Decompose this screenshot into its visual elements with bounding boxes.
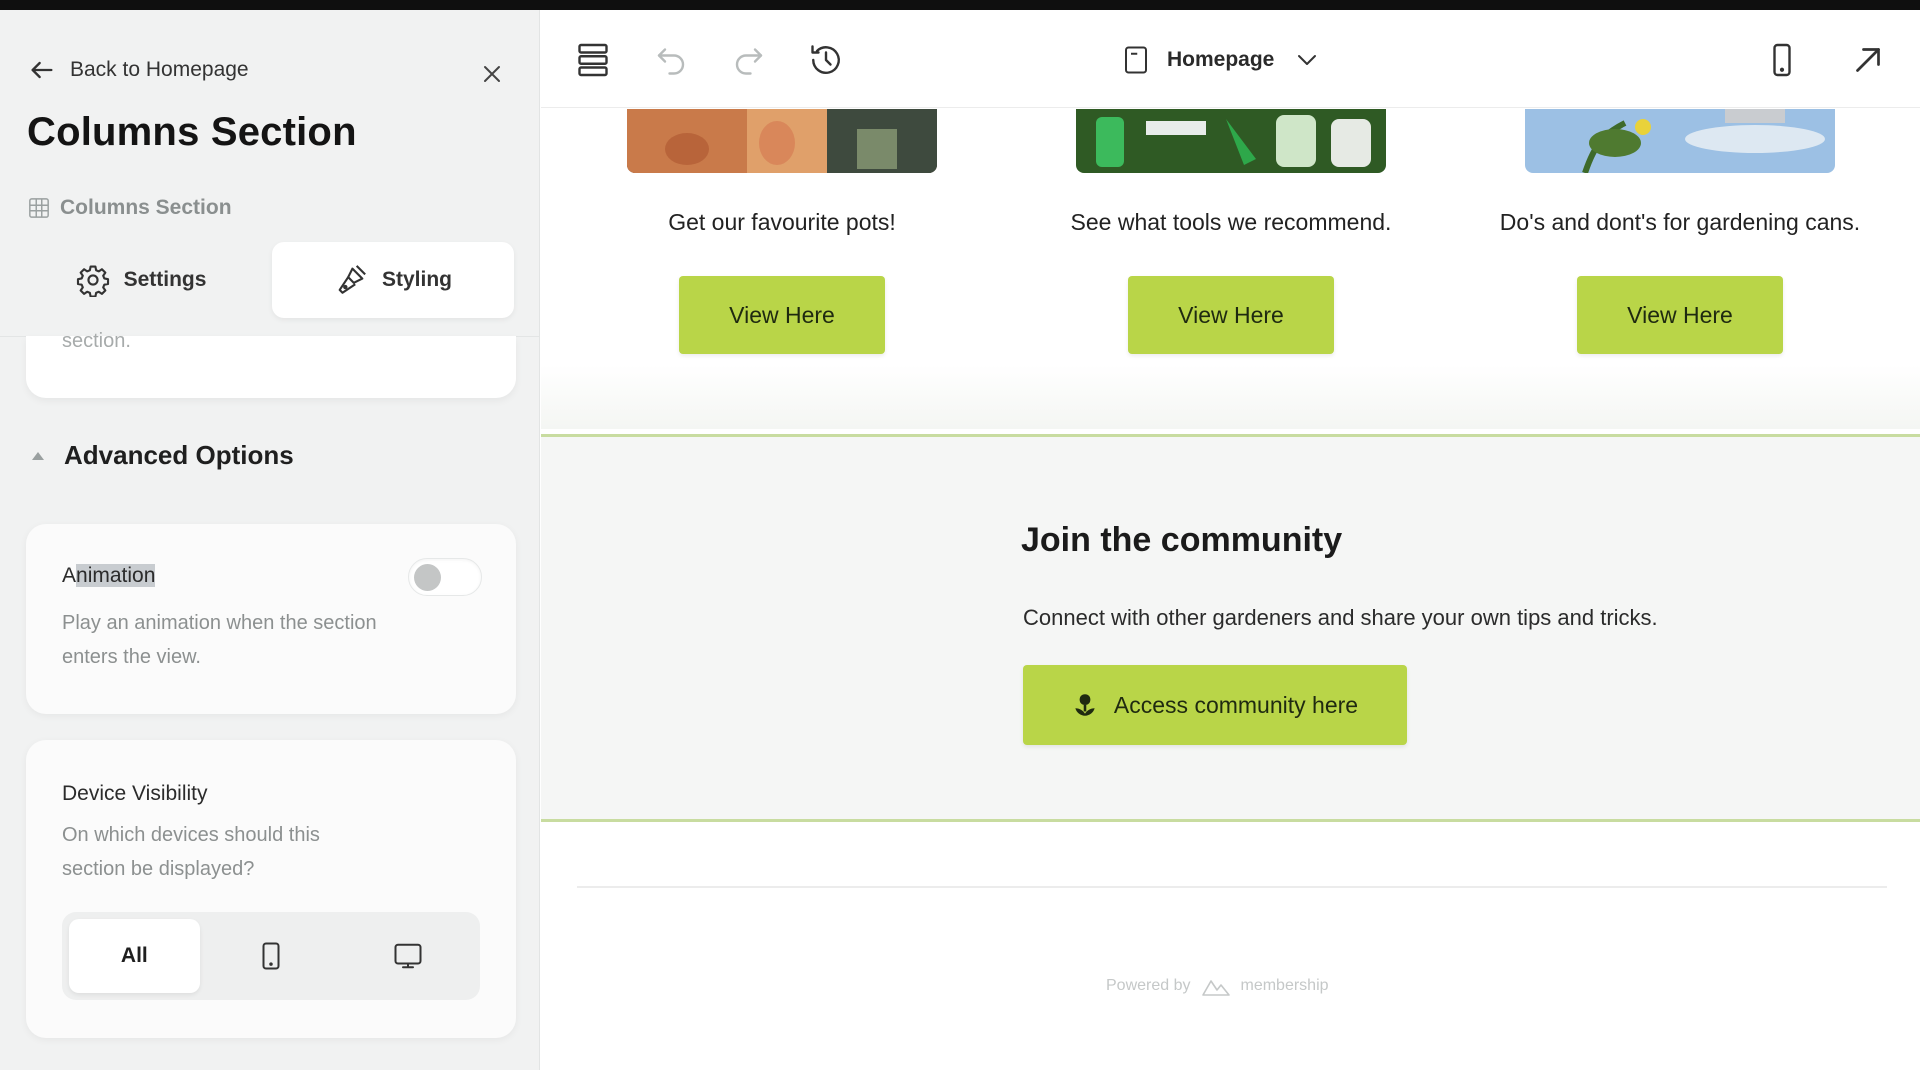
back-label: Back to Homepage xyxy=(70,58,249,81)
view-cans-button[interactable]: View Here xyxy=(1577,276,1783,354)
layers-icon xyxy=(578,43,608,77)
device-option-mobile[interactable] xyxy=(206,919,337,993)
animation-label-prefix: A xyxy=(62,564,77,587)
redo-icon xyxy=(735,48,763,75)
caret-up-icon xyxy=(32,451,44,460)
animation-label: Animation xyxy=(62,564,156,588)
access-community-label: Access community here xyxy=(1113,691,1359,718)
advanced-options-label: Advanced Options xyxy=(64,440,294,470)
animation-card: Animation Play an animation when the sec… xyxy=(26,524,516,714)
breadcrumb-label: Columns Section xyxy=(60,196,232,219)
community-section[interactable]: Join the community Connect with other ga… xyxy=(541,434,1920,822)
device-visibility-label: Device Visibility xyxy=(62,782,208,805)
brand-name: membership xyxy=(1240,977,1329,994)
device-option-all[interactable]: All xyxy=(69,919,200,993)
toggle-knob xyxy=(414,564,441,591)
window-top-border xyxy=(0,0,1920,10)
tab-settings-label: Settings xyxy=(123,268,207,291)
undo-icon xyxy=(657,48,685,75)
columns-section[interactable]: Get our favourite pots! View Here See wh… xyxy=(541,109,1920,429)
sections-button[interactable] xyxy=(571,38,615,82)
device-visibility-description: On which devices should this section be … xyxy=(62,824,320,880)
panel-tabs: Settings Styling xyxy=(20,242,514,318)
history-button[interactable] xyxy=(804,38,848,82)
back-to-homepage-link[interactable]: Back to Homepage xyxy=(28,48,249,92)
access-community-button[interactable]: Access community here xyxy=(1023,665,1407,745)
mobile-phone-icon xyxy=(262,942,280,970)
redo-button[interactable] xyxy=(727,38,771,82)
mobile-preview-button[interactable] xyxy=(1760,38,1804,82)
animation-label-selection: nimation xyxy=(76,564,156,587)
plant-icon xyxy=(1075,694,1095,716)
brush-icon xyxy=(338,265,366,294)
panel-title: Columns Section xyxy=(27,110,357,154)
tools-image xyxy=(1076,109,1386,173)
watering-cans-image xyxy=(1525,109,1835,173)
view-pots-button[interactable]: View Here xyxy=(679,276,885,354)
column-tools-text: See what tools we recommend. xyxy=(1070,209,1392,235)
tab-styling-label: Styling xyxy=(381,268,452,291)
community-title: Join the community xyxy=(1021,521,1343,559)
page-selector[interactable]: Homepage xyxy=(1121,38,1318,82)
columns-grid-icon xyxy=(29,198,49,218)
column-pots-text: Get our favourite pots! xyxy=(668,209,896,235)
chevron-down-icon xyxy=(1298,55,1317,65)
history-icon xyxy=(811,45,840,74)
truncated-description: section. xyxy=(62,330,131,352)
column-cans-text: Do's and dont's for gardening cans. xyxy=(1499,209,1861,235)
device-option-desktop[interactable] xyxy=(342,919,473,993)
view-tools-button[interactable]: View Here xyxy=(1128,276,1334,354)
powered-by-label: Powered by xyxy=(1106,977,1191,994)
desktop-monitor-icon xyxy=(394,943,422,969)
page-name: Homepage xyxy=(1167,48,1275,71)
mobile-phone-icon xyxy=(1773,43,1791,77)
breadcrumb: Columns Section xyxy=(28,196,232,220)
animation-toggle[interactable] xyxy=(408,558,482,596)
animation-description: Play an animation when the section enter… xyxy=(62,612,377,668)
community-text: Connect with other gardeners and share y… xyxy=(1023,605,1658,630)
settings-sidebar: Back to Homepage Columns Section Columns… xyxy=(0,10,540,1070)
page-canvas: Get our favourite pots! View Here See wh… xyxy=(541,109,1920,1070)
close-button[interactable] xyxy=(472,54,512,94)
close-icon xyxy=(484,66,500,82)
editor-toolbar: Homepage xyxy=(541,10,1920,108)
open-preview-button[interactable] xyxy=(1846,38,1890,82)
pots-image xyxy=(627,109,937,173)
footer-divider xyxy=(577,886,1887,888)
tab-styling[interactable]: Styling xyxy=(272,242,514,318)
mountain-logo-icon xyxy=(1201,980,1230,996)
device-selector: All xyxy=(62,912,480,1000)
arrow-left-icon xyxy=(31,61,53,79)
powered-by[interactable]: Powered by membership xyxy=(1106,975,1329,997)
page-document-icon xyxy=(1125,46,1147,74)
gear-icon xyxy=(76,265,109,297)
undo-button[interactable] xyxy=(649,38,693,82)
external-arrow-icon xyxy=(1856,48,1880,72)
tab-settings[interactable]: Settings xyxy=(20,242,262,318)
editor-frame: Back to Homepage Columns Section Columns… xyxy=(0,10,1920,1070)
previous-option-card: section. xyxy=(26,330,516,398)
device-visibility-card: Device Visibility On which devices shoul… xyxy=(26,740,516,1038)
advanced-options-toggle[interactable]: Advanced Options xyxy=(30,440,294,471)
